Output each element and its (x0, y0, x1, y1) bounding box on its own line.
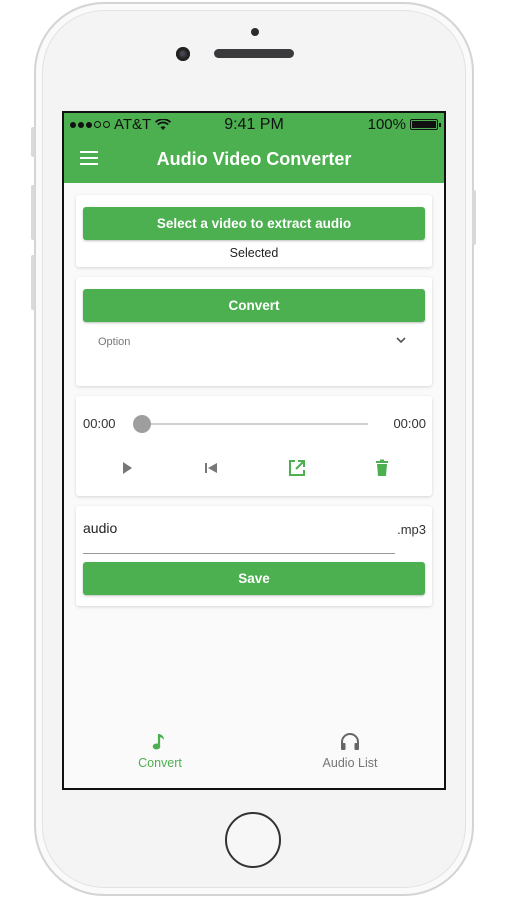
delete-icon[interactable] (373, 459, 391, 477)
total-time: 00:00 (393, 416, 426, 431)
save-button[interactable]: Save (83, 562, 425, 595)
seek-track[interactable] (142, 423, 368, 425)
play-icon[interactable] (118, 459, 136, 477)
option-select[interactable]: Option (98, 336, 130, 348)
tab-audio-list-label: Audio List (322, 756, 378, 770)
battery-icon (410, 119, 441, 130)
front-camera (176, 47, 190, 61)
proximity-sensor (251, 28, 259, 36)
headphones-icon (341, 733, 359, 750)
filename-underline (83, 553, 395, 554)
app-screen: AT&T 9:41 PM 100% Audio Video Converter … (62, 111, 446, 790)
tab-convert-label: Convert (138, 756, 182, 770)
select-video-card: Select a video to extract audio Selected (76, 195, 432, 267)
music-note-icon (152, 734, 164, 750)
seek-thumb[interactable] (133, 415, 151, 433)
earpiece-speaker (214, 49, 294, 58)
skip-previous-icon[interactable] (202, 459, 220, 477)
bottom-navigation: Convert Audio List (64, 724, 444, 788)
file-extension: .mp3 (397, 522, 426, 537)
app-title: Audio Video Converter (156, 149, 352, 169)
volume-down-button (31, 255, 35, 310)
app-bar: Audio Video Converter (64, 137, 444, 183)
open-external-icon[interactable] (288, 459, 306, 477)
filename-input[interactable]: audio (83, 520, 117, 536)
volume-up-button (31, 185, 35, 240)
selected-status: Selected (229, 246, 279, 260)
home-button[interactable] (225, 812, 281, 868)
audio-player-card: 00:00 00:00 (76, 396, 432, 496)
chevron-down-icon[interactable] (396, 335, 406, 345)
power-button (472, 190, 476, 245)
current-time: 00:00 (83, 416, 116, 431)
select-video-button[interactable]: Select a video to extract audio (83, 207, 425, 240)
mute-switch (31, 127, 35, 157)
tab-convert[interactable]: Convert (100, 732, 220, 770)
convert-card: Convert Option (76, 277, 432, 386)
convert-button[interactable]: Convert (83, 289, 425, 322)
tab-audio-list[interactable]: Audio List (290, 732, 410, 770)
save-card: audio .mp3 Save (76, 506, 432, 606)
status-bar: AT&T 9:41 PM 100% (64, 113, 444, 137)
battery-percent: 100% (367, 116, 406, 133)
